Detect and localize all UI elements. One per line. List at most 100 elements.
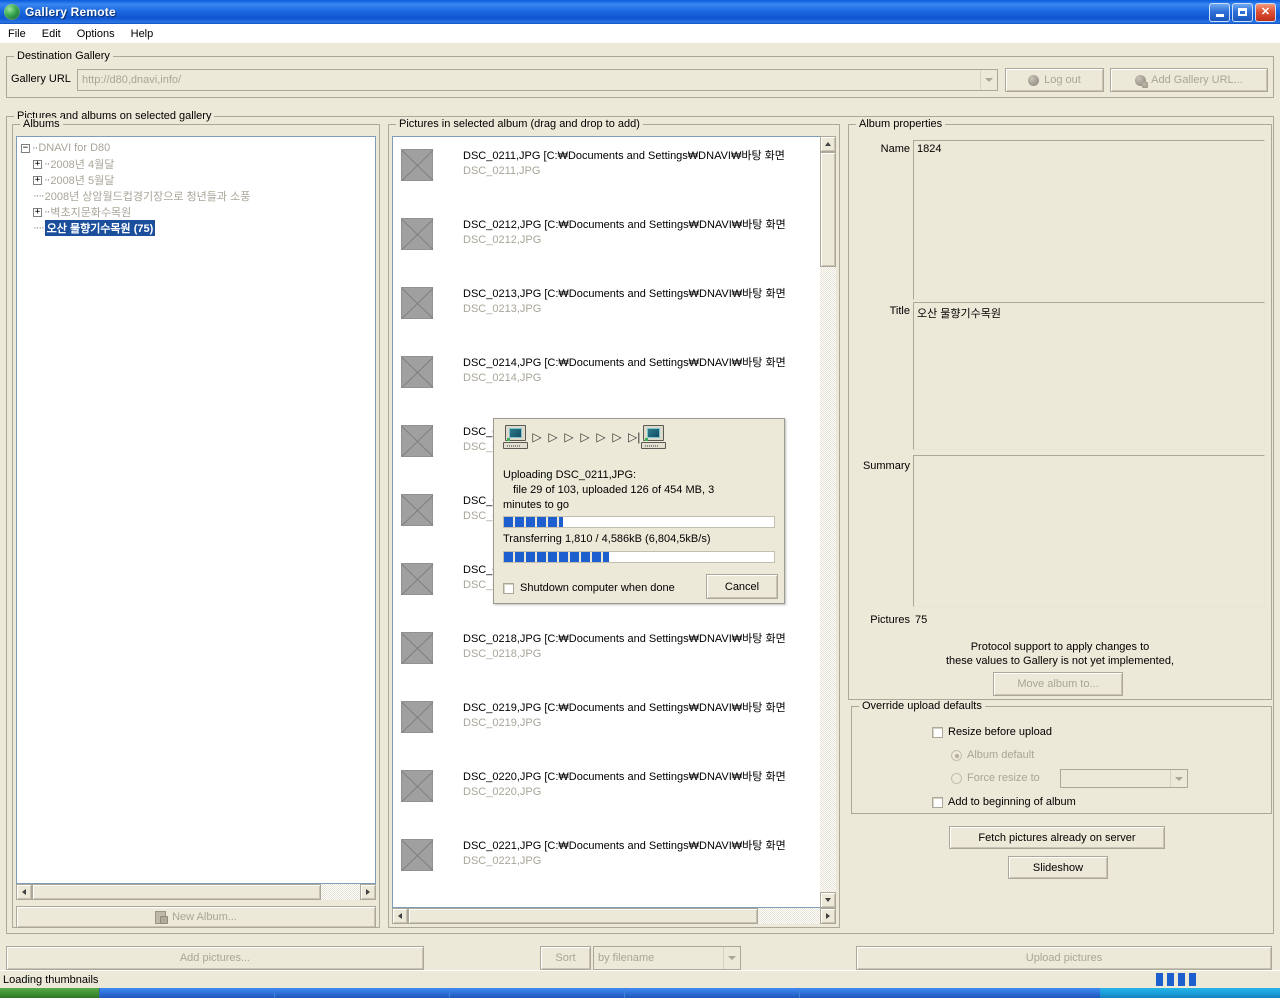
move-album-button[interactable]: Move album to...	[993, 672, 1123, 696]
tree-connector: ··	[32, 142, 38, 154]
shutdown-when-done-row[interactable]: Shutdown computer when done	[503, 582, 675, 594]
album-default-row[interactable]: Album default	[951, 749, 1034, 761]
picture-name: DSC_0212,JPG	[463, 219, 542, 231]
albums-scroll-right-button[interactable]	[360, 884, 376, 900]
new-album-icon	[155, 911, 169, 924]
tree-node-2008-04[interactable]: + ·· 2008년 4월달	[21, 156, 375, 172]
picture-path: [C:₩Documents and Settings₩DNAVI₩바탕 화면	[544, 357, 786, 369]
close-button[interactable]: ✕	[1255, 2, 1276, 22]
resize-before-upload-checkbox[interactable]	[932, 726, 943, 738]
slideshow-button[interactable]: Slideshow	[1008, 856, 1108, 879]
taskbar-item[interactable]	[450, 988, 625, 998]
picture-name: DSC_0219,JPG	[463, 702, 542, 714]
upload-pictures-button[interactable]: Upload pictures	[856, 946, 1272, 970]
summary-field[interactable]	[913, 455, 1265, 607]
transfer-status-text: Transferring 1,810 / 4,586kB (6,804,5kB/…	[503, 533, 711, 545]
taskbar-item[interactable]	[100, 988, 275, 998]
pictures-scroll-right-button[interactable]	[820, 908, 836, 924]
start-button[interactable]	[0, 988, 100, 998]
menu-help[interactable]: Help	[123, 26, 162, 42]
gallery-url-combo[interactable]: http://d80,dnavi,info/	[77, 69, 998, 91]
gallery-url-dropdown-arrow[interactable]	[980, 70, 997, 90]
name-label: Name	[880, 143, 910, 155]
pictures-hscrollbar[interactable]	[392, 908, 836, 924]
title-field[interactable]: 오산 물향기수목원	[913, 302, 1265, 450]
add-gallery-url-button[interactable]: Add Gallery URL...	[1110, 68, 1268, 92]
add-gallery-url-label: Add Gallery URL...	[1151, 74, 1243, 86]
upload-status-line3: minutes to go	[503, 499, 570, 511]
picture-row[interactable]: DSC_0218,JPG [C:₩Documents and Settings₩…	[393, 624, 835, 690]
sort-label: Sort	[555, 952, 576, 964]
picture-subtitle: DSC_0219,JPG	[463, 717, 542, 729]
resize-before-upload-row[interactable]: Resize before upload	[932, 726, 1052, 738]
picture-row[interactable]: DSC_0220,JPG [C:₩Documents and Settings₩…	[393, 762, 835, 828]
pictures-scroll-up-button[interactable]	[820, 136, 836, 152]
thumbnail-placeholder-icon	[401, 563, 433, 595]
sort-mode-dropdown-arrow[interactable]	[723, 947, 740, 969]
name-field[interactable]: 1824	[913, 140, 1265, 300]
pictures-vscroll-thumb[interactable]	[820, 152, 836, 267]
pictures-scroll-left-button[interactable]	[392, 908, 408, 924]
sort-mode-combo[interactable]: by filename	[593, 946, 741, 970]
expander-icon[interactable]: +	[33, 175, 42, 185]
move-album-label: Move album to...	[1017, 678, 1099, 690]
logout-button[interactable]: Log out	[1005, 68, 1104, 92]
force-resize-combo[interactable]	[1060, 769, 1188, 788]
album-default-radio[interactable]	[951, 749, 962, 761]
tree-node-byeokchoji[interactable]: + ·· 벽초지문화수목원	[21, 204, 375, 220]
fetch-pictures-button[interactable]: Fetch pictures already on server	[949, 826, 1165, 849]
sort-button[interactable]: Sort	[540, 946, 591, 970]
expander-icon[interactable]: +	[33, 159, 42, 169]
menu-edit[interactable]: Edit	[34, 26, 69, 42]
menu-options[interactable]: Options	[69, 26, 123, 42]
tree-node-osan-selected[interactable]: ···· 오산 물향기수목원 (75)	[21, 220, 375, 236]
thumbnail-placeholder-icon	[401, 149, 433, 181]
picture-name: DSC_0214,JPG	[463, 357, 542, 369]
system-tray[interactable]	[1100, 988, 1280, 998]
transfer-arrow-end-icon: ▷|	[628, 430, 641, 444]
tree-node-worldcup[interactable]: ···· 2008년 상암월드컵경기장으로 청년들과 소풍	[21, 188, 375, 204]
menu-file[interactable]: File	[0, 26, 34, 42]
add-pictures-button[interactable]: Add pictures...	[6, 946, 424, 970]
globe-icon	[1028, 74, 1040, 86]
force-resize-radio[interactable]	[951, 772, 962, 784]
cancel-upload-button[interactable]: Cancel	[706, 574, 778, 599]
fetch-pictures-label: Fetch pictures already on server	[978, 831, 1136, 844]
albums-scroll-left-button[interactable]	[16, 884, 32, 900]
upload-progress-dialog[interactable]: ▷ ▷ ▷ ▷ ▷ ▷ ▷| Uploading DSC_0211,JPG: f…	[493, 418, 785, 604]
albums-hscroll-thumb[interactable]	[32, 884, 321, 900]
pictures-vscrollbar[interactable]	[820, 136, 836, 908]
taskbar-item[interactable]	[275, 988, 450, 998]
picture-row[interactable]: DSC_0219,JPG [C:₩Documents and Settings₩…	[393, 693, 835, 759]
maximize-button[interactable]	[1232, 2, 1253, 22]
tree-node-root[interactable]: − ·· DNAVI for D80	[21, 140, 375, 156]
albums-tree-pane[interactable]: − ·· DNAVI for D80 + ·· 2008년 4월달 + ·· 2…	[16, 136, 376, 884]
picture-row[interactable]: DSC_0221,JPG [C:₩Documents and Settings₩…	[393, 831, 835, 897]
album-properties-legend: Album properties	[856, 118, 946, 130]
expander-icon[interactable]: −	[21, 143, 30, 153]
shutdown-when-done-checkbox[interactable]	[503, 582, 514, 594]
pictures-scroll-down-button[interactable]	[820, 892, 836, 908]
tree-connector: ··	[44, 158, 50, 170]
picture-subtitle: DSC_0220,JPG	[463, 786, 542, 798]
picture-row[interactable]: DSC_0213,JPG [C:₩Documents and Settings₩…	[393, 279, 835, 345]
picture-path: [C:₩Documents and Settings₩DNAVI₩바탕 화면	[544, 219, 786, 231]
add-beginning-row[interactable]: Add to beginning of album	[932, 796, 1076, 808]
pictures-hscroll-thumb[interactable]	[408, 908, 758, 924]
new-album-button[interactable]: New Album...	[16, 906, 376, 928]
albums-hscrollbar[interactable]	[16, 884, 376, 900]
force-resize-row[interactable]: Force resize to	[951, 772, 1040, 784]
picture-row[interactable]: DSC_0212,JPG [C:₩Documents and Settings₩…	[393, 210, 835, 276]
taskbar-item[interactable]	[625, 988, 800, 998]
tree-node-2008-05[interactable]: + ·· 2008년 5월달	[21, 172, 375, 188]
picture-row[interactable]: DSC_0211,JPG [C:₩Documents and Settings₩…	[393, 141, 835, 207]
thumbnail-placeholder-icon	[401, 839, 433, 871]
add-beginning-checkbox[interactable]	[932, 796, 943, 808]
force-resize-dropdown-arrow[interactable]	[1170, 770, 1187, 787]
expander-icon[interactable]: +	[33, 207, 42, 217]
status-progress-bar	[1156, 973, 1200, 986]
picture-row[interactable]: DSC_0214,JPG [C:₩Documents and Settings₩…	[393, 348, 835, 414]
picture-path: [C:₩Documents and Settings₩DNAVI₩바탕 화면	[544, 633, 786, 645]
minimize-button[interactable]	[1209, 2, 1230, 22]
albums-tree[interactable]: − ·· DNAVI for D80 + ·· 2008년 4월달 + ·· 2…	[17, 137, 375, 883]
